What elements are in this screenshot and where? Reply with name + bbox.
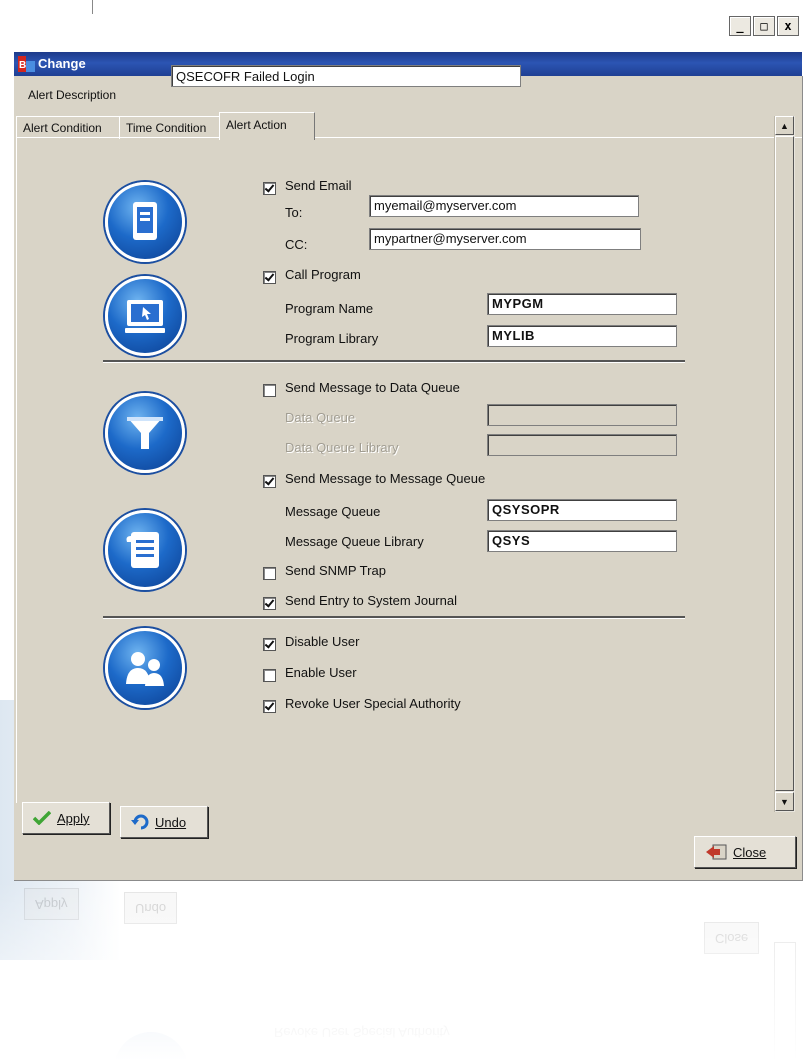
users-icon <box>105 628 185 708</box>
data-queue-checkbox[interactable] <box>263 384 276 397</box>
data-queue-library-field[interactable] <box>487 434 677 456</box>
program-icon <box>105 276 185 356</box>
revoke-authority-label: Revoke User Special Authority <box>285 696 461 711</box>
disable-user-checkbox[interactable] <box>263 638 276 651</box>
message-queue-checkbox-label: Send Message to Message Queue <box>285 471 486 486</box>
message-queue-field[interactable]: QSYSOPR <box>487 499 677 521</box>
cc-label: CC: <box>285 237 308 252</box>
tab-alert-action[interactable]: Alert Action <box>219 112 315 140</box>
program-name-label: Program Name <box>285 301 374 316</box>
apply-label: Apply <box>57 810 90 826</box>
tab-alert-condition[interactable]: Alert Condition <box>16 116 120 139</box>
snmp-trap-checkbox[interactable] <box>263 567 276 580</box>
checkmark-icon <box>33 811 51 825</box>
maximize-button[interactable]: □ <box>753 16 775 36</box>
window-controls: _ □ x <box>729 16 799 36</box>
change-dialog: Alert Description QSECOFR Failed Login A… <box>14 65 803 881</box>
disable-user-label: Disable User <box>285 634 360 649</box>
undo-label: Undo <box>155 814 187 830</box>
scroll-up-button[interactable]: ▲ <box>775 116 794 135</box>
exit-icon <box>706 844 727 860</box>
email-icon <box>105 182 185 262</box>
message-queue-icon <box>105 510 185 590</box>
svg-text:B: B <box>19 60 26 71</box>
alert-description-input[interactable]: QSECOFR Failed Login <box>171 65 521 87</box>
message-queue-library-label: Message Queue Library <box>285 534 424 549</box>
section-divider <box>103 616 685 619</box>
scroll-thumb[interactable] <box>775 136 794 791</box>
call-program-checkbox[interactable] <box>263 271 276 284</box>
filter-icon <box>105 393 185 473</box>
system-journal-label: Send Entry to System Journal <box>285 593 457 608</box>
to-field[interactable]: myemail@myserver.com <box>369 195 639 217</box>
data-queue-library-label: Data Queue Library <box>285 440 399 455</box>
background-line <box>92 0 93 14</box>
window-title: Change <box>38 56 86 71</box>
enable-user-label: Enable User <box>285 665 357 680</box>
to-label: To: <box>285 205 303 220</box>
vertical-scrollbar[interactable]: ▲ ▼ <box>774 116 795 812</box>
cc-field[interactable]: mypartner@myserver.com <box>369 228 641 250</box>
undo-button[interactable]: Undo <box>120 806 208 838</box>
program-name-field[interactable]: MYPGM <box>487 293 677 315</box>
send-email-label: Send Email <box>285 178 352 193</box>
send-email-checkbox[interactable] <box>263 182 276 195</box>
close-label: Close <box>733 844 767 860</box>
undo-icon <box>131 814 149 830</box>
data-queue-label: Data Queue <box>285 410 356 425</box>
close-button[interactable]: Close <box>694 836 796 868</box>
program-library-field[interactable]: MYLIB <box>487 325 677 347</box>
section-divider <box>103 360 685 363</box>
alert-description-label: Alert Description <box>28 88 117 102</box>
system-journal-checkbox[interactable] <box>263 597 276 610</box>
enable-user-checkbox[interactable] <box>263 669 276 682</box>
message-queue-library-field[interactable]: QSYS <box>487 530 677 552</box>
alert-action-panel: Send Email To: myemail@myserver.com CC: … <box>16 137 802 803</box>
tab-time-condition[interactable]: Time Condition <box>119 116 221 139</box>
snmp-trap-label: Send SNMP Trap <box>285 563 386 578</box>
close-window-button[interactable]: x <box>777 16 799 36</box>
app-icon: B <box>18 56 35 72</box>
apply-button[interactable]: Apply <box>22 802 110 834</box>
data-queue-checkbox-label: Send Message to Data Queue <box>285 380 460 395</box>
call-program-label: Call Program <box>285 267 361 282</box>
message-queue-label: Message Queue <box>285 504 381 519</box>
revoke-authority-checkbox[interactable] <box>263 700 276 713</box>
message-queue-checkbox[interactable] <box>263 475 276 488</box>
minimize-button[interactable]: _ <box>729 16 751 36</box>
reflection-fade <box>0 882 807 1061</box>
scroll-down-button[interactable]: ▼ <box>775 792 794 811</box>
program-library-label: Program Library <box>285 331 379 346</box>
data-queue-field[interactable] <box>487 404 677 426</box>
